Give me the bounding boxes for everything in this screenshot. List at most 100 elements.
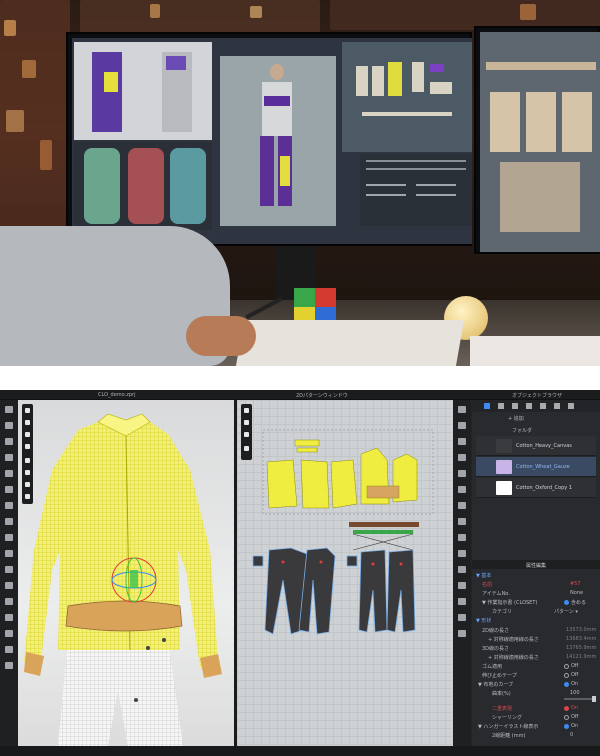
shirt-patterns[interactable] — [266, 439, 418, 509]
monitor-screen-2 — [480, 32, 600, 252]
file-tab-title[interactable]: CLO_demo.zprj — [98, 392, 135, 398]
move-tool-icon[interactable] — [5, 422, 13, 429]
toggle-off[interactable] — [564, 673, 569, 678]
category-dropdown[interactable]: パターン ▾ — [554, 608, 578, 615]
prop-row: シャーリング Off — [472, 713, 600, 722]
topstitch-tool-icon[interactable] — [5, 614, 13, 621]
trace-icon[interactable] — [458, 614, 466, 621]
tab-graphic-icon[interactable] — [554, 403, 560, 409]
fabric-item[interactable]: Cotton_Oxford_Copy 1 — [476, 478, 596, 498]
prop-label: 伸び止めテープ — [482, 673, 517, 679]
toggle-on-red[interactable] — [564, 706, 569, 711]
fabric-item-selected[interactable]: Cotton_Wheat_Gauze — [476, 457, 596, 477]
prop-row: ゴム適用 Off — [472, 662, 600, 671]
pin-tool-icon[interactable] — [5, 454, 13, 461]
fabric-swatch — [496, 460, 512, 474]
tab-zipper-icon[interactable] — [512, 403, 518, 409]
shape-section[interactable]: ▼ 形状 — [476, 617, 491, 624]
tab-colorway-icon[interactable] — [568, 403, 574, 409]
camera-tool-icon[interactable] — [5, 646, 13, 653]
pants-patterns[interactable] — [252, 547, 416, 635]
brush-tool-icon[interactable] — [5, 502, 13, 509]
tab-fabric-icon[interactable] — [484, 403, 490, 409]
add-button[interactable]: + 追加 — [508, 415, 524, 422]
paper-sheet — [235, 320, 465, 366]
left-toolbar — [0, 400, 18, 746]
window-light — [40, 140, 52, 170]
toggle-on[interactable] — [564, 682, 569, 687]
window-light — [250, 6, 262, 18]
seam-allowance-icon[interactable] — [458, 518, 466, 525]
viewport-3d[interactable] — [18, 400, 234, 746]
free-sew-icon[interactable] — [458, 550, 466, 557]
fold-tool-icon[interactable] — [5, 438, 13, 445]
prop-value: 13573.0mm — [566, 627, 597, 633]
transform-icon[interactable] — [458, 406, 466, 413]
polygon-icon[interactable] — [458, 438, 466, 445]
belt — [65, 600, 183, 632]
measure-tool-icon[interactable] — [5, 486, 13, 493]
fabric-item[interactable]: Cotton_Heavy_Canvas — [476, 436, 596, 456]
prop-label: 2D線の長さ — [482, 628, 510, 634]
prop-label: ▼ 布地のカーブ — [478, 682, 514, 688]
toggle-on[interactable] — [564, 600, 569, 605]
prop-value[interactable]: None — [570, 590, 583, 596]
pattern-window-title: 2Dパターンウィンドウ — [296, 393, 348, 399]
prop-value: 13683.4mm — [566, 636, 597, 642]
belt-loop-pattern[interactable] — [353, 530, 413, 534]
prop-label: 曲率(%) — [492, 691, 511, 697]
prop-label: 二重表現 — [492, 706, 513, 712]
toggle-off[interactable] — [564, 664, 569, 669]
curvature-input[interactable]: 100 — [570, 690, 580, 696]
trim-tool-icon[interactable] — [5, 630, 13, 637]
prop-value: Off — [571, 663, 579, 669]
avatar-thumbs — [74, 42, 212, 140]
button-tool-icon[interactable] — [5, 566, 13, 573]
curvature-slider[interactable] — [564, 696, 596, 702]
pattern-2d-view — [342, 42, 472, 152]
viewport-2d[interactable] — [237, 400, 453, 746]
text-icon[interactable] — [458, 582, 466, 589]
prop-value: Off — [571, 672, 579, 678]
ruler-icon[interactable] — [458, 598, 466, 605]
sew-tool-icon[interactable] — [5, 550, 13, 557]
gizmo-handle[interactable] — [130, 570, 138, 588]
circle-icon[interactable] — [458, 470, 466, 477]
grain-icon[interactable] — [458, 630, 466, 637]
toggle-off[interactable] — [564, 715, 569, 720]
prop-value[interactable]: #57 — [570, 581, 581, 587]
notch-icon[interactable] — [458, 502, 466, 509]
segment-sew-icon[interactable] — [458, 534, 466, 541]
dart-icon[interactable] — [458, 486, 466, 493]
tab-avatar-icon[interactable] — [540, 403, 546, 409]
window-light — [22, 60, 36, 78]
layer-tool-icon[interactable] — [5, 518, 13, 525]
tab-button-icon[interactable] — [498, 403, 504, 409]
render-tool-icon[interactable] — [5, 662, 13, 669]
avatar-tool-icon[interactable] — [5, 470, 13, 477]
rectangle-icon[interactable] — [458, 454, 466, 461]
waistband-pattern[interactable] — [349, 522, 419, 527]
fabric-name: Cotton_Oxford_Copy 1 — [516, 485, 573, 491]
window-light — [4, 20, 16, 36]
zipper-tool-icon[interactable] — [5, 582, 13, 589]
window-light — [6, 110, 24, 132]
texture-tool-icon[interactable] — [5, 598, 13, 605]
prop-row: ▼ ハンガーイラスト線表示 On — [472, 722, 600, 731]
fabric-swatch — [496, 481, 512, 495]
edit-point-icon[interactable] — [458, 422, 466, 429]
select-tool-icon[interactable] — [5, 406, 13, 413]
prop-label: アイテムNo. — [482, 591, 510, 597]
prop-row: 2線距離 (mm) 0 — [472, 731, 600, 740]
prop-row: 名前 #57 — [472, 580, 600, 589]
slider-thumb[interactable] — [592, 696, 596, 702]
basic-section[interactable]: ▼ 基本 — [476, 572, 491, 579]
right-toolbar — [453, 400, 471, 746]
tab-topstitch-icon[interactable] — [526, 403, 532, 409]
grading-icon[interactable] — [458, 566, 466, 573]
tack-tool-icon[interactable] — [5, 534, 13, 541]
distance-input[interactable]: 0 — [570, 732, 573, 738]
patterns-2d — [252, 429, 434, 635]
folder-label[interactable]: フォルダ — [512, 427, 532, 434]
toggle-on[interactable] — [564, 724, 569, 729]
